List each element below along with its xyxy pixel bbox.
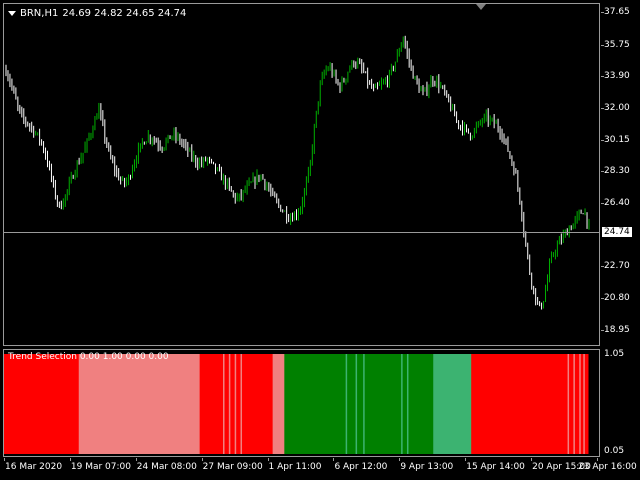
- time-tick-label: 6 Apr 12:00: [334, 462, 388, 472]
- price-tick-label: 37.65: [604, 7, 630, 18]
- time-tick-label: 19 Mar 07:00: [70, 462, 131, 472]
- time-tick: [531, 458, 533, 461]
- trend-band-weak-down: [78, 354, 201, 454]
- time-tick-label: 24 Mar 08:00: [136, 462, 197, 472]
- trend-line-weak-up: [401, 354, 403, 454]
- price-tick-label: 30.15: [604, 134, 630, 145]
- trend-line-weak-down: [228, 354, 231, 454]
- chart-shift-marker-icon[interactable]: [476, 4, 486, 10]
- time-tick: [465, 458, 467, 461]
- price-tick-label: 32.00: [604, 103, 630, 114]
- trend-band-strong-down: [199, 354, 274, 454]
- price-tick-label: 28.30: [604, 166, 630, 177]
- trend-line-weak-down: [567, 354, 570, 454]
- trend-band-weak-up: [433, 354, 472, 454]
- price-tick-label: 18.95: [604, 324, 630, 335]
- trend-line-weak-up: [406, 354, 409, 454]
- symbol-header: BRN,H1 24.69 24.82 24.65 24.74: [8, 8, 186, 19]
- time-tick: [597, 458, 598, 461]
- trend-line-weak-up: [355, 354, 358, 454]
- indicator-title: Trend Selection 0.00 1.00 0.00 0.00: [8, 352, 169, 362]
- trend-line-weak-down: [223, 354, 225, 454]
- time-tick-label: 23 Apr 16:00: [578, 462, 637, 472]
- current-price-label: 24.74: [602, 226, 632, 237]
- price-tick-label: 35.75: [604, 39, 630, 50]
- indicator-scale-max: 1.05: [604, 349, 625, 359]
- time-tick: [267, 458, 269, 461]
- trend-line-weak-down: [573, 354, 575, 454]
- trend-band-strong-down: [471, 354, 589, 454]
- price-axis[interactable]: 37.65 35.75 33.90 32.00 30.15 28.30 26.40 22.70…: [601, 0, 640, 460]
- time-tick-label: 27 Mar 09:00: [202, 462, 263, 472]
- trend-line-weak-down: [579, 354, 581, 454]
- time-tick: [4, 458, 5, 461]
- time-tick: [201, 458, 203, 461]
- price-tick-label: 20.80: [604, 293, 630, 304]
- price-chart-pane[interactable]: BRN,H1 24.69 24.82 24.65 24.74: [3, 3, 600, 346]
- trend-band-strong-down: [4, 354, 80, 454]
- chart-menu-triangle-icon[interactable]: [8, 11, 16, 16]
- time-tick-label: 15 Apr 14:00: [466, 462, 525, 472]
- time-tick-label: 9 Apr 13:00: [400, 462, 454, 472]
- price-tick-label: 26.40: [604, 198, 630, 209]
- symbol-label: BRN,H1: [20, 8, 59, 19]
- trend-line-weak-up: [345, 354, 348, 454]
- candlestick-chart[interactable]: [4, 4, 600, 346]
- trend-selection-histogram: [4, 354, 589, 454]
- trend-line-weak-down: [240, 354, 243, 454]
- ohlc-values: 24.69 24.82 24.65 24.74: [62, 8, 187, 19]
- indicator-scale-min: 0.05: [604, 446, 625, 456]
- trend-band-strong-up: [284, 354, 434, 454]
- price-tick-label: 33.90: [604, 71, 630, 81]
- time-tick: [333, 458, 335, 461]
- trend-band-weak-down: [272, 354, 285, 454]
- price-tick-label: 22.70: [604, 261, 630, 272]
- time-tick: [135, 458, 137, 461]
- indicator-pane[interactable]: Trend Selection 0.00 1.00 0.00 0.00: [3, 349, 600, 457]
- time-tick-label: 1 Apr 11:00: [268, 462, 322, 472]
- time-tick: [69, 458, 71, 461]
- trend-line-weak-up: [363, 354, 365, 454]
- time-tick: [399, 458, 401, 461]
- trend-line-weak-down: [234, 354, 237, 454]
- trend-line-weak-down: [583, 354, 585, 454]
- time-tick-label: 16 Mar 2020: [5, 462, 63, 472]
- time-axis[interactable]: 16 Mar 2020 19 Mar 07:00 24 Mar 08:00 27 Ma…: [0, 458, 640, 480]
